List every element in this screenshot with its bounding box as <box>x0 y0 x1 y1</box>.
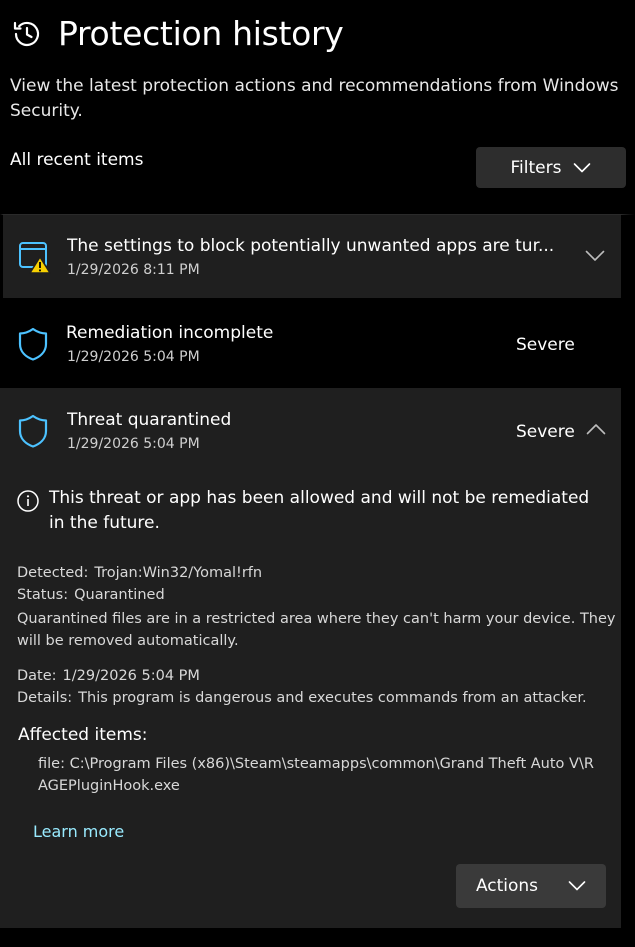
affected-items-label: Affected items: <box>18 725 148 745</box>
chevron-up-icon[interactable] <box>586 423 606 435</box>
actions-button[interactable]: Actions <box>456 864 606 908</box>
details-row: Details: This program is dangerous and ex… <box>17 690 587 706</box>
item-title: Remediation incomplete <box>66 323 274 343</box>
severity-label: Severe <box>516 422 575 442</box>
detected-label: Detected: <box>17 565 89 581</box>
shield-icon <box>18 327 48 361</box>
detected-value: Trojan:Win32/Yomal!rfn <box>94 565 263 581</box>
item-date: 1/29/2026 5:04 PM <box>67 349 200 365</box>
section-label: All recent items <box>10 150 144 170</box>
info-icon <box>17 490 39 512</box>
page-title: Protection history <box>58 14 344 53</box>
status-note: Quarantined files are in a restricted ar… <box>17 611 616 649</box>
status-value: Quarantined <box>74 587 165 603</box>
learn-more-link[interactable]: Learn more <box>33 822 124 841</box>
shield-icon <box>18 414 48 448</box>
history-icon <box>13 21 40 47</box>
filters-button[interactable]: Filters <box>476 147 626 188</box>
details-label: Details: <box>17 690 73 706</box>
affected-file-path: file: C:\Program Files (x86)\Steam\steam… <box>38 756 594 794</box>
date-row: Date: 1/29/2026 5:04 PM <box>17 668 200 684</box>
status-row: Status: Quarantined <box>17 587 165 603</box>
info-message: This threat or app has been allowed and … <box>49 488 590 533</box>
item-title: The settings to block potentially unwant… <box>67 236 555 256</box>
history-item-remediation-incomplete[interactable]: Remediation incomplete 1/29/2026 5:04 PM… <box>0 301 635 385</box>
date-value: 1/29/2026 5:04 PM <box>62 668 200 684</box>
history-item-threat-quarantined[interactable]: Threat quarantined 1/29/2026 5:04 PM Sev… <box>0 388 635 928</box>
history-item-pua-settings[interactable]: The settings to block potentially unwant… <box>0 214 635 298</box>
app-browser-warning-icon <box>19 242 51 274</box>
actions-label: Actions <box>475 876 539 896</box>
severity-label: Severe <box>516 335 575 355</box>
page-description: View the latest protection actions and r… <box>10 76 619 121</box>
date-label: Date: <box>17 668 57 684</box>
status-label: Status: <box>17 587 69 603</box>
filters-label: Filters <box>510 157 562 178</box>
item-date: 1/29/2026 5:04 PM <box>67 436 200 452</box>
chevron-down-icon[interactable] <box>585 250 605 262</box>
details-value: This program is dangerous and executes c… <box>78 690 587 706</box>
chevron-down-icon <box>568 881 586 891</box>
chevron-down-icon <box>574 162 591 172</box>
item-title: Threat quarantined <box>67 410 232 430</box>
detected-row: Detected: Trojan:Win32/Yomal!rfn <box>17 565 262 581</box>
item-date: 1/29/2026 8:11 PM <box>67 262 200 278</box>
